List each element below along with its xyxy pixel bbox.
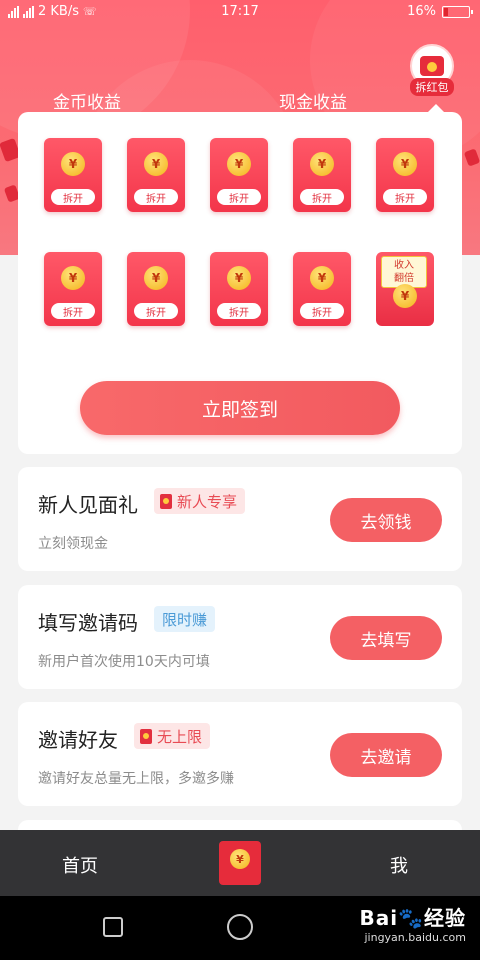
task-card-invite-code: 填写邀请码 限时赚 新用户首次使用10天内可填 去填写 — [18, 585, 462, 689]
double-income-envelope[interactable]: 收入 翻倍 ¥ — [376, 252, 434, 326]
decorative-envelope-icon — [463, 148, 480, 167]
task-title: 新人见面礼 — [38, 493, 138, 517]
system-nav-bar: Bai🐾经验 jingyan.baidu.com — [0, 896, 480, 960]
coin-icon: ¥ — [230, 849, 250, 869]
open-envelope-button[interactable]: 拆开 — [51, 189, 95, 205]
coin-icon: ¥ — [393, 284, 417, 308]
red-packet-icon — [160, 493, 172, 509]
red-envelope[interactable]: ¥ 拆开 — [210, 252, 268, 326]
coin-icon: ¥ — [310, 152, 334, 176]
signin-button[interactable]: 立即签到 — [80, 381, 400, 435]
coin-icon: ¥ — [61, 152, 85, 176]
recent-apps-icon[interactable] — [103, 917, 123, 937]
open-envelope-button[interactable]: 拆开 — [217, 189, 261, 205]
coin-icon: ¥ — [393, 152, 417, 176]
open-red-packet-button[interactable]: 拆红包 — [408, 44, 456, 96]
open-envelope-button[interactable]: 拆开 — [51, 303, 95, 319]
task-badge: 新人专享 — [154, 488, 246, 514]
open-envelope-button[interactable]: 拆开 — [300, 189, 344, 205]
tab-cash-income[interactable]: 现金收益 — [279, 88, 347, 113]
tab-coin-income[interactable]: 金币收益 — [53, 88, 121, 113]
coin-icon: ¥ — [144, 152, 168, 176]
invite-button[interactable]: 去邀请 — [330, 733, 442, 777]
open-red-packet-label: 拆红包 — [410, 78, 454, 96]
open-envelope-button[interactable]: 拆开 — [300, 303, 344, 319]
red-envelope[interactable]: ¥ 拆开 — [293, 138, 351, 212]
task-subtitle: 邀请好友总量无上限，多邀多赚 — [38, 771, 234, 787]
red-envelope[interactable]: ¥ 拆开 — [376, 138, 434, 212]
watermark: Bai🐾经验 jingyan.baidu.com — [359, 906, 467, 944]
fill-code-button[interactable]: 去填写 — [330, 616, 442, 660]
red-envelope[interactable]: ¥ 拆开 — [293, 252, 351, 326]
task-badge: 限时赚 — [154, 606, 216, 632]
tab-home[interactable]: 首页 — [62, 852, 98, 878]
open-envelope-button[interactable]: 拆开 — [134, 189, 178, 205]
open-envelope-button[interactable]: 拆开 — [383, 189, 427, 205]
red-envelope[interactable]: ¥ 拆开 — [127, 252, 185, 326]
red-envelope[interactable]: ¥ 拆开 — [44, 252, 102, 326]
claim-cash-button[interactable]: 去领钱 — [330, 498, 442, 542]
open-envelope-button[interactable]: 拆开 — [134, 303, 178, 319]
red-packet-tab-icon[interactable]: ¥ — [219, 841, 261, 885]
battery-fill — [444, 7, 448, 16]
battery-percent: 16% — [407, 4, 436, 19]
red-envelope[interactable]: ¥ 拆开 — [44, 138, 102, 212]
red-envelope[interactable]: ¥ 拆开 — [210, 138, 268, 212]
coin-icon: ¥ — [144, 266, 168, 290]
status-bar: 2 KB/s ☏ 17:17 16% — [0, 0, 480, 26]
task-card-newcomer-gift: 新人见面礼 新人专享 立刻领现金 去领钱 — [18, 467, 462, 571]
tab-me[interactable]: 我 — [390, 852, 408, 878]
task-subtitle: 新用户首次使用10天内可填 — [38, 654, 210, 670]
task-title: 邀请好友 — [38, 728, 118, 752]
red-envelope[interactable]: ¥ 拆开 — [127, 138, 185, 212]
task-subtitle: 立刻领现金 — [38, 536, 108, 552]
task-badge: 无上限 — [134, 723, 211, 749]
task-title: 填写邀请码 — [38, 611, 138, 635]
coin-icon: ¥ — [227, 266, 251, 290]
bottom-tab-bar: 首页 ¥ 我 — [0, 830, 480, 896]
coin-icon: ¥ — [310, 266, 334, 290]
task-card-invite-friends: 邀请好友 无上限 邀请好友总量无上限，多邀多赚 去邀请 — [18, 702, 462, 806]
red-packet-icon — [140, 728, 152, 744]
battery-icon — [442, 5, 473, 18]
signin-card: ¥ 拆开 ¥ 拆开 ¥ 拆开 ¥ 拆开 ¥ 拆开 ¥ 拆开 ¥ 拆开 ¥ 拆开 … — [18, 104, 462, 454]
coin-icon: ¥ — [227, 152, 251, 176]
open-envelope-button[interactable]: 拆开 — [217, 303, 261, 319]
home-circle-icon[interactable] — [227, 914, 253, 940]
coin-icon: ¥ — [61, 266, 85, 290]
